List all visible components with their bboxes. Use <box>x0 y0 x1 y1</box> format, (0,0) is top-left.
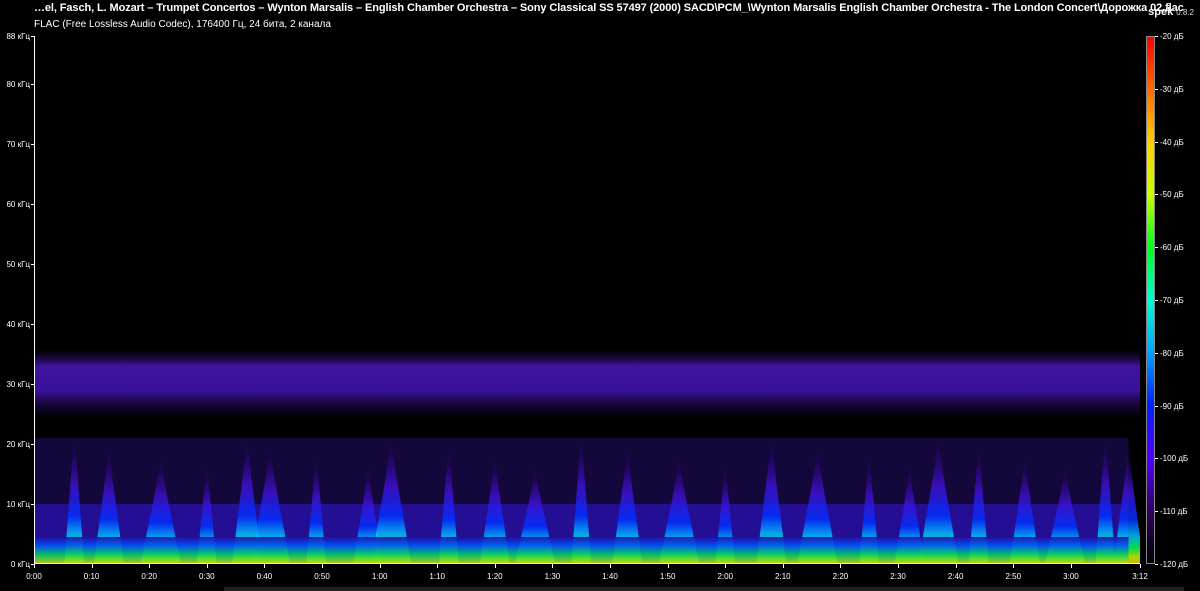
time-tick <box>1140 564 1141 568</box>
time-tick <box>725 564 727 568</box>
db-tick <box>1155 194 1158 196</box>
db-tick <box>1155 141 1158 143</box>
time-tick <box>552 564 554 568</box>
db-label: -80 дБ <box>1160 348 1184 358</box>
time-tick <box>91 564 93 568</box>
time-tick <box>1070 564 1072 568</box>
freq-label: 80 кГц <box>6 80 30 89</box>
time-tick <box>494 564 496 568</box>
db-tick <box>1155 300 1158 301</box>
db-tick <box>1155 88 1158 90</box>
db-label: -50 дБ <box>1160 190 1184 200</box>
time-label: 0:50 <box>314 572 330 581</box>
freq-label: 30 кГц <box>6 380 30 389</box>
bottom-strip <box>224 587 1184 591</box>
db-label: -90 дБ <box>1160 401 1184 411</box>
time-label: 2:10 <box>775 572 791 581</box>
freq-tick <box>31 564 34 565</box>
freq-label: 40 кГц <box>6 320 30 329</box>
spectrogram-canvas <box>34 36 1140 564</box>
time-label: 1:50 <box>659 572 676 581</box>
db-tick <box>1155 405 1158 407</box>
time-label: 1:40 <box>602 572 618 581</box>
db-tick <box>1155 458 1158 460</box>
db-label: -30 дБ <box>1160 84 1184 94</box>
db-label: -110 дБ <box>1160 507 1188 517</box>
db-label: -40 дБ <box>1160 137 1184 147</box>
time-tick <box>1013 564 1015 568</box>
time-tick <box>782 564 784 568</box>
time-label: 2:20 <box>832 572 849 581</box>
db-tick <box>1155 511 1158 513</box>
db-tick <box>1155 352 1158 354</box>
low-frequency-band <box>34 537 1129 564</box>
db-label: -120 дБ <box>1160 560 1189 569</box>
app-logo: spek 0.8.2 <box>1148 2 1194 20</box>
time-label: 1:10 <box>429 572 445 581</box>
app-version: 0.8.2 <box>1176 8 1194 17</box>
time-label: 0:20 <box>141 572 157 581</box>
time-label: 2:30 <box>890 572 906 581</box>
file-title: …el, Fasch, L. Mozart – Trumpet Concerto… <box>34 2 1184 14</box>
time-label: 2:50 <box>1005 572 1022 581</box>
spectrogram-plot <box>34 36 1140 564</box>
db-tick <box>1155 36 1158 37</box>
time-label: 3:12 <box>1132 572 1148 581</box>
time-label: 1:30 <box>544 572 561 581</box>
db-colorbar <box>1146 36 1155 564</box>
time-tick <box>264 564 266 568</box>
time-label: 1:00 <box>371 572 388 581</box>
freq-label: 0 кГц <box>10 560 30 569</box>
time-label: 0:00 <box>26 572 42 581</box>
time-tick <box>322 564 324 568</box>
time-tick <box>379 564 381 568</box>
time-tick <box>955 564 957 568</box>
db-label: -100 дБ <box>1160 454 1189 464</box>
freq-label: 60 кГц <box>6 200 30 209</box>
time-label: 0:40 <box>256 572 273 581</box>
time-label: 0:30 <box>199 572 215 581</box>
noise-band <box>34 348 1140 420</box>
db-tick <box>1155 247 1158 249</box>
freq-label: 70 кГц <box>6 140 30 149</box>
time-tick <box>206 564 208 568</box>
time-tick <box>840 564 842 568</box>
time-label: 1:20 <box>487 572 503 581</box>
db-label: -70 дБ <box>1160 296 1184 305</box>
time-tick <box>610 564 612 568</box>
freq-label: 88 кГц <box>6 32 30 41</box>
time-tick <box>898 564 900 568</box>
time-tick <box>667 564 669 568</box>
time-label: 0:10 <box>83 572 100 581</box>
time-label: 3:00 <box>1063 572 1079 581</box>
freq-label: 20 кГц <box>6 440 30 449</box>
time-label: 2:00 <box>717 572 734 581</box>
time-tick <box>34 564 35 568</box>
freq-label: 50 кГц <box>6 260 30 269</box>
time-label: 2:40 <box>947 572 964 581</box>
freq-label: 10 кГц <box>6 500 30 509</box>
db-label: -20 дБ <box>1160 32 1184 41</box>
db-tick <box>1155 564 1158 565</box>
file-info: FLAC (Free Lossless Audio Codec), 176400… <box>34 19 331 30</box>
db-label: -60 дБ <box>1160 243 1184 253</box>
time-tick <box>149 564 151 568</box>
app-name: spek <box>1148 6 1174 18</box>
time-tick <box>437 564 439 568</box>
